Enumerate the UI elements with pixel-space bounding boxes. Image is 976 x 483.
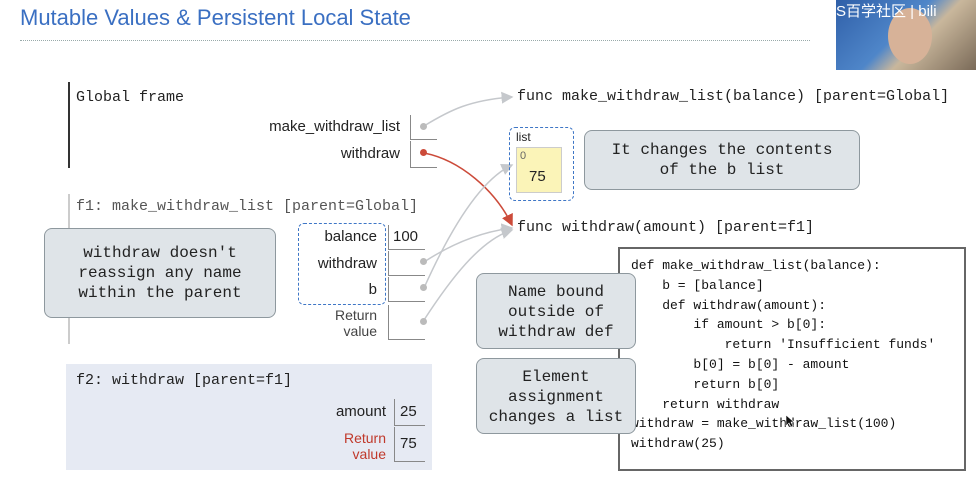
f1-return-label: Return value xyxy=(300,307,377,339)
code-line: return withdraw xyxy=(631,396,780,412)
list-label: list xyxy=(516,130,531,144)
code-line: b = [balance] xyxy=(631,277,764,293)
code-line: return 'Insufficient funds' xyxy=(631,337,936,353)
arrow-f1-withdraw xyxy=(423,223,514,263)
callout-name-bound: Name bound outside of withdraw def xyxy=(476,273,636,349)
func-withdraw: func withdraw(amount) [parent=f1] xyxy=(517,219,815,236)
pointer-dot xyxy=(420,258,427,265)
global-frame-bar xyxy=(68,82,70,168)
f2-cell-return: 75 xyxy=(394,427,425,462)
code-line: withdraw = make_withdraw_list(100) xyxy=(631,416,897,432)
list-value: 75 xyxy=(529,168,546,185)
f1-cell-balance: 100 xyxy=(388,225,425,250)
f1-binding-b: b xyxy=(368,281,377,298)
f1-cell-b xyxy=(388,277,425,302)
arrow-global-withdraw xyxy=(423,152,513,227)
f1-frame-label: f1: make_withdraw_list [parent=Global] xyxy=(76,198,419,215)
list-index: 0 xyxy=(520,150,527,162)
f1-value-balance: 100 xyxy=(393,228,419,245)
f2-binding-amount: amount xyxy=(335,403,386,420)
pointer-dot xyxy=(420,318,427,325)
code-lines: def make_withdraw_list(balance): b = [ba… xyxy=(631,256,935,454)
pointer-dot xyxy=(420,123,427,130)
f2-frame-label: f2: withdraw [parent=f1] xyxy=(76,372,293,389)
mouse-cursor-icon xyxy=(785,414,795,428)
code-line: if amount > b[0]: xyxy=(631,317,827,333)
f2-return-label: Return value xyxy=(296,430,386,462)
callout-element-assignment: Element assignment changes a list xyxy=(476,358,636,434)
value-word: value xyxy=(352,446,386,462)
global-binding-make-withdraw-list: make_withdraw_list xyxy=(269,118,400,135)
global-frame-label: Global frame xyxy=(76,89,185,106)
return-word: Return xyxy=(334,307,377,323)
func-make-withdraw-list: func make_withdraw_list(balance) [parent… xyxy=(517,88,950,105)
f2-cell-amount: 25 xyxy=(394,399,425,426)
f2-frame: f2: withdraw [parent=f1] amount 25 Retur… xyxy=(66,364,432,470)
list-object: list 0 75 xyxy=(509,127,574,201)
global-binding-withdraw: withdraw xyxy=(340,145,400,162)
callout-changes-list: It changes the contents of the b list xyxy=(584,130,860,190)
f1-binding-balance: balance xyxy=(324,228,377,245)
list-cell: 0 75 xyxy=(516,147,562,193)
code-line: def make_withdraw_list(balance): xyxy=(631,258,881,273)
pointer-dot-active xyxy=(420,149,427,156)
f2-value-amount: 25 xyxy=(400,403,417,420)
f1-binding-withdraw: withdraw xyxy=(317,255,377,272)
callout-no-reassign: withdraw doesn't reassign any name withi… xyxy=(44,228,276,318)
f1-cell-withdraw xyxy=(388,251,425,276)
pointer-dot xyxy=(420,284,427,291)
f2-value-return: 75 xyxy=(400,435,417,452)
return-word: Return xyxy=(343,430,386,446)
code-line: return b[0] xyxy=(631,376,780,392)
code-line: def withdraw(amount): xyxy=(631,297,827,313)
code-line: withdraw(25) xyxy=(631,436,725,452)
arrow-f1-b xyxy=(423,164,514,289)
code-line: b[0] = b[0] - amount xyxy=(631,356,850,372)
value-word: value xyxy=(343,323,377,339)
arrow-global-make-withdraw xyxy=(423,91,514,127)
code-panel: def make_withdraw_list(balance): b = [ba… xyxy=(618,247,966,471)
